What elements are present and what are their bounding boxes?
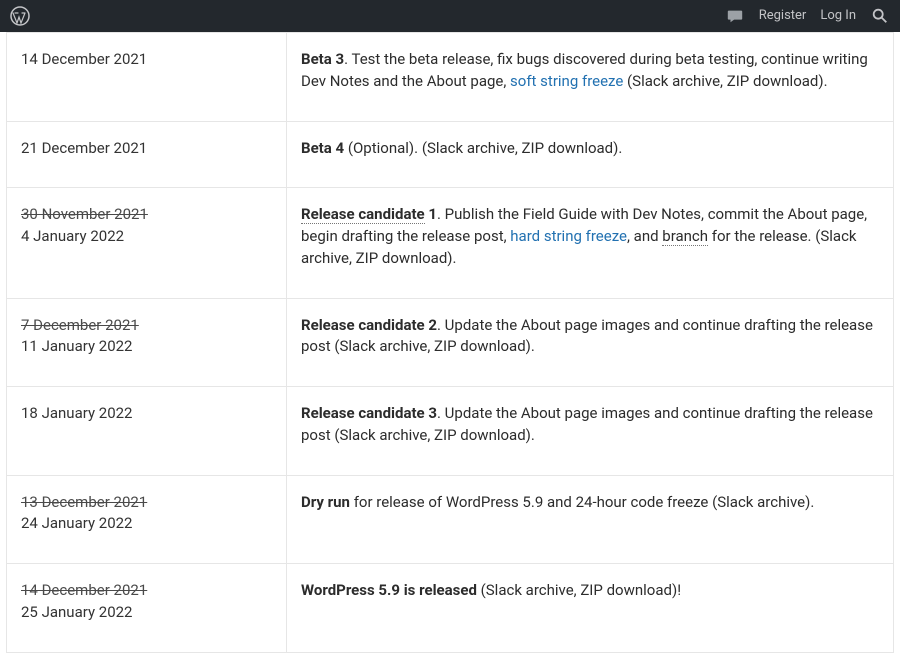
desc-bold: Release candidate bbox=[301, 205, 425, 224]
comments-icon[interactable] bbox=[725, 6, 745, 26]
desc-bold: Beta 4 bbox=[301, 139, 344, 157]
date-cell: 14 December 2021 bbox=[7, 33, 287, 122]
date-text: 14 December 2021 bbox=[21, 50, 147, 68]
date-cell: 13 December 2021 24 January 2022 bbox=[7, 475, 287, 564]
branch-term: branch bbox=[662, 227, 708, 246]
date-text: 4 January 2022 bbox=[21, 227, 124, 245]
admin-bar-left bbox=[10, 6, 30, 26]
link-soft-string-freeze[interactable]: soft string freeze bbox=[510, 72, 623, 90]
date-cell: 21 December 2021 bbox=[7, 121, 287, 188]
desc-cell: Release candidate 2. Update the About pa… bbox=[287, 298, 894, 387]
date-struck: 14 December 2021 bbox=[21, 581, 147, 599]
wordpress-logo-icon[interactable] bbox=[10, 6, 30, 26]
register-link[interactable]: Register bbox=[759, 7, 807, 26]
date-text: 11 January 2022 bbox=[21, 337, 132, 355]
date-text: 18 January 2022 bbox=[21, 404, 132, 422]
date-text: 24 January 2022 bbox=[21, 514, 132, 532]
table-row: 18 January 2022 Release candidate 3. Upd… bbox=[7, 387, 894, 476]
date-cell: 7 December 2021 11 January 2022 bbox=[7, 298, 287, 387]
desc-text: (Optional). (Slack archive, ZIP download… bbox=[344, 139, 622, 157]
table-row: 30 November 2021 4 January 2022 Release … bbox=[7, 188, 894, 298]
date-text: 21 December 2021 bbox=[21, 139, 147, 157]
date-struck: 13 December 2021 bbox=[21, 493, 147, 511]
desc-cell: Release candidate 1. Publish the Field G… bbox=[287, 188, 894, 298]
desc-text: (Slack archive, ZIP download)! bbox=[477, 581, 681, 599]
table-row: 7 December 2021 11 January 2022 Release … bbox=[7, 298, 894, 387]
desc-bold: Release candidate 2 bbox=[301, 316, 437, 334]
desc-cell: Beta 3. Test the beta release, fix bugs … bbox=[287, 33, 894, 122]
date-text: 25 January 2022 bbox=[21, 603, 132, 621]
search-icon[interactable] bbox=[870, 6, 890, 26]
release-schedule-table: 14 December 2021 Beta 3. Test the beta r… bbox=[6, 32, 894, 653]
date-cell: 18 January 2022 bbox=[7, 387, 287, 476]
admin-bar: Register Log In bbox=[0, 0, 900, 32]
desc-bold-suffix: 1 bbox=[425, 205, 437, 223]
admin-bar-right: Register Log In bbox=[725, 6, 890, 26]
table-row: 21 December 2021 Beta 4 (Optional). (Sla… bbox=[7, 121, 894, 188]
link-hard-string-freeze[interactable]: hard string freeze bbox=[510, 227, 627, 245]
table-row: 14 December 2021 Beta 3. Test the beta r… bbox=[7, 33, 894, 122]
desc-text: (Slack archive, ZIP download). bbox=[623, 72, 827, 90]
desc-text: , and bbox=[627, 227, 662, 245]
login-link[interactable]: Log In bbox=[820, 7, 856, 26]
desc-bold: WordPress 5.9 is released bbox=[301, 581, 477, 599]
page-body: 14 December 2021 Beta 3. Test the beta r… bbox=[0, 32, 900, 653]
date-struck: 30 November 2021 bbox=[21, 205, 148, 223]
desc-cell: Release candidate 3. Update the About pa… bbox=[287, 387, 894, 476]
desc-text: for release of WordPress 5.9 and 24-hour… bbox=[350, 493, 814, 511]
date-struck: 7 December 2021 bbox=[21, 316, 139, 334]
table-row: 13 December 2021 24 January 2022 Dry run… bbox=[7, 475, 894, 564]
desc-cell: Dry run for release of WordPress 5.9 and… bbox=[287, 475, 894, 564]
desc-bold: Beta 3 bbox=[301, 50, 344, 68]
date-cell: 30 November 2021 4 January 2022 bbox=[7, 188, 287, 298]
desc-cell: WordPress 5.9 is released (Slack archive… bbox=[287, 564, 894, 653]
date-cell: 14 December 2021 25 January 2022 bbox=[7, 564, 287, 653]
desc-bold: Dry run bbox=[301, 493, 350, 511]
desc-cell: Beta 4 (Optional). (Slack archive, ZIP d… bbox=[287, 121, 894, 188]
desc-bold: Release candidate 3 bbox=[301, 404, 437, 422]
table-row: 14 December 2021 25 January 2022 WordPre… bbox=[7, 564, 894, 653]
